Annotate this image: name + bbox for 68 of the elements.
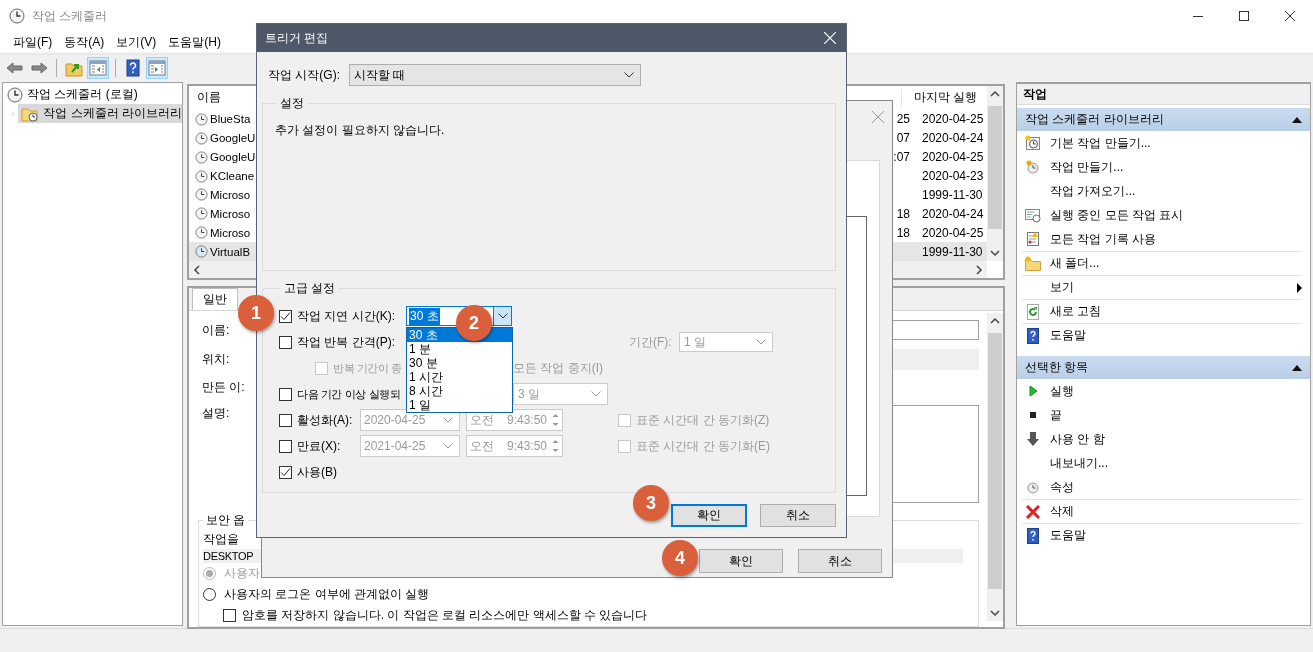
info-text: 추가 설정이 필요하지 않습니다. [275, 122, 446, 139]
field-label: 작업 시작(G): [268, 66, 341, 84]
radio-label: 사용자 [224, 565, 260, 582]
table-cell: VirtualB [210, 245, 251, 258]
action-label: 도움말 [1050, 327, 1087, 344]
field-label: 기간(F): [629, 333, 673, 351]
table-cell-text: 1999-11-30 [921, 187, 983, 202]
action-label: 새 폴더... [1050, 255, 1101, 272]
table-cell: Microso [210, 188, 251, 201]
tree-label: 작업 스케줄러 (로컬) [27, 86, 138, 103]
table-cell: 18 [896, 206, 910, 221]
checkbox-label: 만료(X): [297, 437, 342, 455]
group-title: 고급 설정 [283, 280, 337, 297]
field-label: 위치: [202, 351, 231, 368]
checkbox-label: 작업 지연 시간(K): [297, 307, 396, 325]
checkbox-label: 모든 작업 중지(I) [513, 359, 603, 377]
action-label: 새로 고침 [1050, 303, 1103, 320]
checkbox-label: 암호를 저장하지 않습니다. 이 작업은 로컬 리소스에만 액세스할 수 있습니다 [242, 607, 648, 624]
action-label: 속성 [1050, 478, 1075, 496]
action-label: 실행 중인 모든 작업 표시 [1050, 206, 1185, 224]
checkbox-label: 활성화(A): [297, 411, 354, 429]
table-cell: 25 [896, 112, 910, 127]
table-cell: 18 [896, 225, 910, 240]
action-label: 사용 안 함 [1050, 430, 1106, 448]
tree-label: 작업 스케줄러 라이브러리 [43, 105, 182, 122]
checkbox-label: 반복 기간이 종 [333, 360, 403, 376]
checkbox-label: 다음 기간 이상 실행되 [297, 386, 401, 402]
table-cell: GoogleU [210, 132, 256, 145]
action-label: 모든 작업 기록 사용 [1050, 230, 1157, 248]
action-label: 작업 만들기... [1050, 158, 1125, 176]
panel-title: 작업 [1017, 84, 1310, 105]
checkbox-label: 작업 반복 간격(P): [297, 333, 396, 351]
table-cell: 07 [896, 131, 910, 146]
action-label: 삭제 [1050, 503, 1075, 520]
field-label: 만든 이: [202, 379, 246, 396]
table-cell: GoogleU [210, 151, 256, 164]
action-label: 실행 [1050, 382, 1075, 400]
table-cell-text: 2020-04-25 [921, 225, 984, 240]
field-label: 이름: [202, 321, 231, 339]
field-label: 설명: [202, 405, 231, 422]
table-cell: KCleane [210, 170, 255, 183]
group-title: 보안 옵 [205, 512, 247, 529]
table-cell-text: 2020-04-25 [921, 150, 984, 165]
table-cell: BlueSta [210, 113, 251, 126]
table-cell: Microso [210, 207, 251, 220]
table-cell-text: 1999-11-30 [921, 244, 983, 259]
radio-label: 사용자의 로그온 여부에 관계없이 실행 [224, 586, 430, 603]
checkbox-label: 표준 시간대 간 동기화(Z) [636, 411, 770, 429]
dialog-title: 트리거 편집 [265, 29, 329, 47]
action-label: 보기 [1050, 279, 1075, 296]
action-label: 기본 작업 만들기... [1050, 134, 1152, 152]
table-cell-text: 2020-04-24 [921, 131, 984, 146]
action-label: 끝 [1050, 406, 1063, 424]
section-title: 선택한 항목 [1025, 359, 1089, 376]
table-cell-text: 2020-04-24 [921, 206, 984, 221]
action-label: 도움말 [1050, 527, 1087, 544]
table-cell: :07 [893, 150, 910, 165]
table-cell: Microso [210, 226, 251, 239]
checkbox-label: 사용(B) [297, 463, 337, 481]
window-title: 작업 스케줄러 [32, 7, 108, 25]
action-label: 내보내기... [1050, 454, 1109, 472]
action-label: 작업 가져오기... [1050, 182, 1137, 200]
group-title: 설정 [279, 95, 305, 112]
checkbox-label: 표준 시간대 간 동기화(E) [636, 437, 770, 455]
section-title: 작업 스케줄러 라이브러리 [1025, 111, 1164, 128]
prompt-text: 작업을 [203, 531, 240, 548]
table-cell-text: 2020-04-23 [921, 169, 984, 184]
table-cell-text: 2020-04-25 [921, 112, 984, 127]
